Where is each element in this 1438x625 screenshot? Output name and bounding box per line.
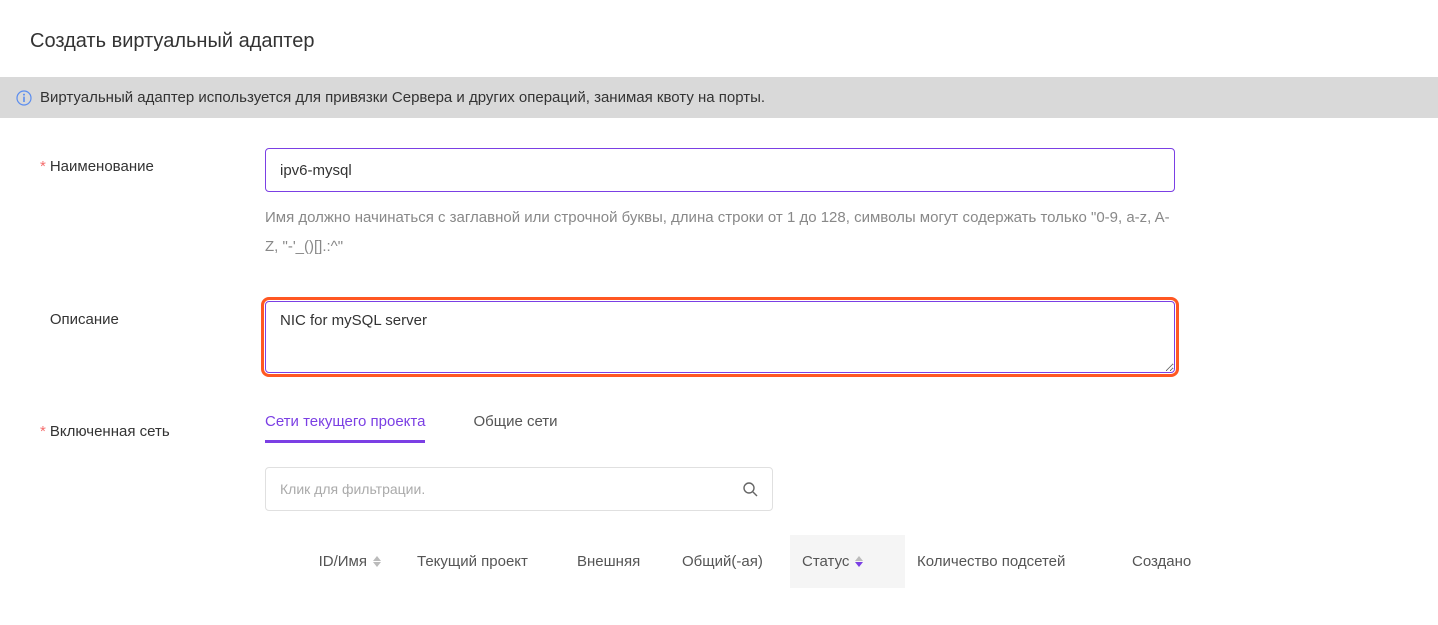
col-current-project[interactable]: Текущий проект bbox=[405, 535, 565, 588]
required-star: * bbox=[40, 423, 46, 440]
sort-icon bbox=[855, 556, 863, 567]
label-network-text: Включенная сеть bbox=[50, 423, 170, 440]
info-text: Виртуальный адаптер используется для при… bbox=[40, 89, 765, 106]
col-external-label: Внешняя bbox=[577, 553, 640, 570]
col-shared[interactable]: Общий(-ая) bbox=[670, 535, 790, 588]
name-input[interactable] bbox=[265, 148, 1175, 192]
required-star: * bbox=[40, 158, 46, 175]
info-bar: Виртуальный адаптер используется для при… bbox=[0, 77, 1438, 118]
sort-icon bbox=[373, 556, 381, 567]
description-textarea[interactable]: NIC for mySQL server bbox=[265, 301, 1175, 373]
col-subnet-count[interactable]: Количество подсетей bbox=[905, 535, 1120, 588]
tab-current-project-networks[interactable]: Сети текущего проекта bbox=[265, 413, 425, 443]
label-name-text: Наименование bbox=[50, 158, 154, 175]
filter-input[interactable] bbox=[280, 481, 742, 497]
col-shared-label: Общий(-ая) bbox=[682, 553, 763, 570]
col-subnets-label: Количество подсетей bbox=[917, 553, 1065, 570]
col-external[interactable]: Внешняя bbox=[565, 535, 670, 588]
label-description: *Описание bbox=[30, 301, 265, 328]
col-id-name[interactable]: ID/Имя bbox=[265, 535, 405, 588]
col-id-label: ID/Имя bbox=[319, 553, 367, 570]
label-name: *Наименование bbox=[30, 148, 265, 175]
col-created-label: Создано bbox=[1132, 553, 1191, 570]
label-network: *Включенная сеть bbox=[30, 413, 265, 440]
info-icon bbox=[16, 90, 32, 106]
col-project-label: Текущий проект bbox=[417, 553, 528, 570]
network-table-header: ID/Имя Текущий проект Внешняя Общий(-ая) bbox=[265, 535, 1245, 588]
row-description: *Описание NIC for mySQL server bbox=[30, 301, 1408, 373]
page-title: Создать виртуальный адаптер bbox=[0, 0, 1438, 77]
name-help-text: Имя должно начинаться с заглавной или ст… bbox=[265, 204, 1175, 261]
row-name: *Наименование Имя должно начинаться с за… bbox=[30, 148, 1408, 261]
form-body: *Наименование Имя должно начинаться с за… bbox=[0, 118, 1438, 618]
col-status-label: Статус bbox=[802, 553, 849, 570]
label-description-text: Описание bbox=[50, 311, 119, 328]
col-created[interactable]: Создано bbox=[1120, 535, 1245, 588]
col-status[interactable]: Статус bbox=[790, 535, 905, 588]
network-tabs: Сети текущего проекта Общие сети bbox=[265, 413, 1408, 443]
filter-box[interactable] bbox=[265, 467, 773, 511]
search-icon[interactable] bbox=[742, 481, 758, 497]
row-network: *Включенная сеть Сети текущего проекта О… bbox=[30, 413, 1408, 588]
tab-shared-networks[interactable]: Общие сети bbox=[473, 413, 557, 443]
